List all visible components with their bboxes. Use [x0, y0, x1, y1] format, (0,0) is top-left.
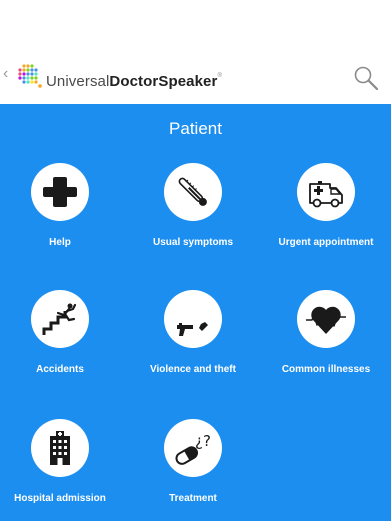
- tile-common-illnesses[interactable]: Common illnesses: [266, 290, 386, 390]
- pill-question-icon: ¿?: [175, 432, 211, 465]
- tile-help[interactable]: Help: [0, 163, 120, 263]
- tile-label: Urgent appointment: [278, 237, 374, 248]
- heartbeat-icon: [306, 306, 346, 334]
- ambulance-icon: [309, 181, 343, 208]
- logo-dots-icon: [18, 64, 42, 88]
- app-brand: UniversalDoctorSpeaker®: [46, 73, 222, 90]
- tile-circle: [31, 163, 89, 221]
- tile-circle: [297, 163, 355, 221]
- brand-bold: DoctorSpeaker: [109, 73, 218, 90]
- tile-violence-and-theft[interactable]: Violence and theft: [133, 290, 253, 390]
- app-screen: ‹ UniversalDoctorSpeaker® Patient Help U…: [0, 0, 391, 521]
- chevron-left-icon[interactable]: ‹: [3, 66, 8, 82]
- hospital-building-icon: [50, 431, 70, 465]
- patient-panel: Patient Help Usual symptoms Urgent appoi…: [0, 104, 391, 521]
- tile-label: Usual symptoms: [152, 237, 234, 248]
- tile-circle: ¿?: [164, 419, 222, 477]
- medical-cross-icon: [43, 177, 77, 207]
- tile-label: Common illnesses: [281, 364, 371, 375]
- tile-treatment[interactable]: ¿? Treatment: [133, 419, 253, 519]
- app-header: ‹ UniversalDoctorSpeaker®: [0, 56, 391, 104]
- panel-title: Patient: [169, 119, 222, 138]
- search-icon[interactable]: [352, 64, 380, 92]
- tile-circle: [31, 290, 89, 348]
- tile-label: Accidents: [36, 364, 84, 375]
- tile-circle: [31, 419, 89, 477]
- thermometer-icon: [178, 177, 207, 206]
- tile-label: Hospital admission: [14, 493, 106, 504]
- tile-label: Violence and theft: [150, 364, 236, 375]
- tile-accidents[interactable]: Accidents: [0, 290, 120, 390]
- knife-gun-icon: [177, 304, 208, 336]
- svg-text:¿?: ¿?: [195, 432, 211, 450]
- tile-urgent-appointment[interactable]: Urgent appointment: [266, 163, 386, 263]
- tile-hospital-admission[interactable]: Hospital admission: [0, 419, 120, 519]
- brand-mark: ®: [217, 73, 222, 79]
- tile-circle: [297, 290, 355, 348]
- tile-usual-symptoms[interactable]: Usual symptoms: [133, 163, 253, 263]
- tile-circle: [164, 290, 222, 348]
- falling-stairs-icon: [42, 303, 77, 335]
- brand-prefix: Universal: [46, 73, 110, 90]
- tile-label: Treatment: [169, 493, 217, 504]
- tile-circle: [164, 163, 222, 221]
- tile-label: Help: [49, 237, 71, 248]
